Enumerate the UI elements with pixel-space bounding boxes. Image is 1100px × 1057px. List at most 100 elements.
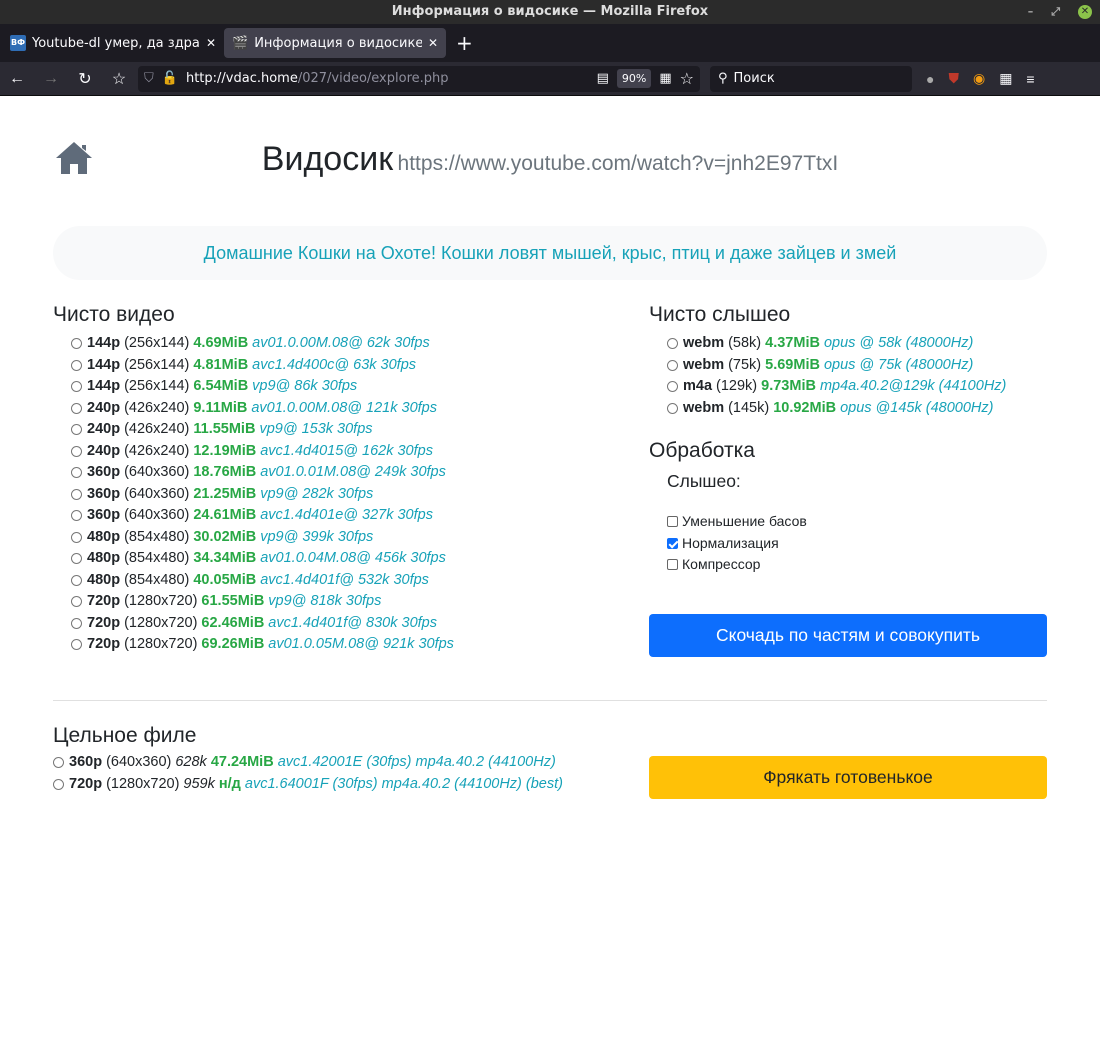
radio-button[interactable]	[667, 402, 678, 414]
minimize-button[interactable]: –	[1028, 0, 1034, 24]
checkbox[interactable]	[667, 537, 678, 549]
format-size: 5.69MiB	[765, 356, 820, 373]
extension-chrome-icon[interactable]: ◉	[973, 70, 985, 87]
window-title: Информация о видосике — Mozilla Firefox	[391, 4, 709, 19]
radio-button[interactable]	[71, 574, 82, 586]
radio-button[interactable]	[71, 617, 82, 629]
radio-button[interactable]	[71, 467, 82, 479]
format-resolution: (1280x720)	[124, 636, 198, 652]
radio-button[interactable]	[667, 381, 678, 393]
zoom-level[interactable]: 90%	[616, 69, 652, 88]
format-codec: avc1.4d401f@ 830k 30fps	[268, 614, 437, 631]
format-size: 24.61MiB	[193, 507, 257, 523]
format-resolution: (640x360)	[124, 485, 190, 502]
format-size: 10.92MiB	[773, 399, 837, 416]
radio-button[interactable]	[71, 402, 82, 414]
radio-button[interactable]	[71, 445, 82, 457]
format-resolution: (145k)	[728, 399, 770, 416]
close-tab-icon[interactable]: ✕	[206, 36, 216, 50]
video-format-option[interactable]: 360p (640x360) 18.76MiB av01.0.01M.08@ 249k…	[71, 462, 454, 484]
format-resolution: (426x240)	[124, 399, 190, 416]
back-icon[interactable]: ←	[0, 70, 34, 88]
forward-icon[interactable]: →	[34, 70, 68, 88]
radio-button[interactable]	[667, 359, 678, 371]
extensions-icon[interactable]: ▦	[999, 70, 1012, 87]
whole-format-option[interactable]: 720p (1280x720) 959k н/д avc1.64001F (30fps)…	[53, 774, 563, 796]
audio-format-option[interactable]: webm (75k) 5.69MiB opus @ 75k (48000Hz)	[667, 355, 1006, 377]
video-format-option[interactable]: 144p (256x144) 4.81MiB avc1.4d400c@ 63k 30f…	[71, 355, 454, 377]
format-quality: 720p	[69, 775, 103, 792]
reload-icon[interactable]: ↻	[68, 69, 102, 89]
download-ready-button[interactable]: Фрякать готовенькое	[649, 756, 1047, 799]
video-format-option[interactable]: 240p (426x240) 11.55MiB vp9@ 153k 30fps	[71, 419, 454, 441]
radio-button[interactable]	[71, 596, 82, 608]
whole-format-option[interactable]: 360p (640x360) 628k 47.24MiB avc1.42001E (30…	[53, 752, 563, 774]
format-resolution: (129k)	[716, 378, 758, 394]
search-icon: ⚲	[718, 71, 728, 86]
radio-button[interactable]	[71, 424, 82, 436]
video-format-option[interactable]: 480p (854x480) 40.05MiB avc1.4d401f@ 532k 3…	[71, 570, 454, 592]
containers-icon[interactable]: ▦	[659, 71, 671, 86]
checkbox[interactable]	[667, 516, 678, 528]
radio-button[interactable]	[71, 381, 82, 393]
video-format-option[interactable]: 144p (256x144) 4.69MiB av01.0.00M.08@ 62k 3…	[71, 333, 454, 355]
bookmark-star-icon[interactable]: ☆	[102, 69, 136, 89]
insecure-lock-icon[interactable]: 🔓	[162, 71, 178, 86]
checkbox[interactable]	[667, 559, 678, 571]
video-format-option[interactable]: 240p (426x240) 9.11MiB av01.0.00M.08@ 121k …	[71, 398, 454, 420]
video-format-option[interactable]: 720p (1280x720) 69.26MiB av01.0.05M.08@ 921…	[71, 634, 454, 656]
audio-format-option[interactable]: webm (145k) 10.92MiB opus @145k (48000Hz)	[667, 398, 1006, 420]
video-format-option[interactable]: 480p (854x480) 30.02MiB vp9@ 399k 30fps	[71, 527, 454, 549]
video-format-option[interactable]: 480p (854x480) 34.34MiB av01.0.04M.08@ 456k…	[71, 548, 454, 570]
format-codec: av01.0.01M.08@ 249k 30fps	[260, 464, 446, 480]
format-size: 30.02MiB	[193, 528, 257, 545]
format-quality: webm	[683, 356, 725, 373]
processing-option[interactable]: Уменьшение басов	[667, 511, 1006, 533]
format-codec: opus @ 58k (48000Hz)	[823, 335, 974, 351]
radio-button[interactable]	[71, 359, 82, 371]
tab-youtube-dl[interactable]: ВФ Youtube-dl умер, да здравствует ✕	[2, 28, 224, 58]
search-input[interactable]: ⚲ Поиск	[710, 65, 912, 92]
radio-button[interactable]	[71, 531, 82, 543]
tab-bar: ВФ Youtube-dl умер, да здравствует ✕ 🎬 Инфо…	[0, 24, 1100, 62]
reader-view-icon[interactable]: ▤	[597, 71, 609, 86]
video-format-option[interactable]: 720p (1280x720) 62.46MiB avc1.4d401f@ 830k …	[71, 613, 454, 635]
radio-button[interactable]	[71, 553, 82, 565]
maximize-button[interactable]: ⤢	[1051, 0, 1060, 24]
video-url: https://www.youtube.com/watch?v=jnh2E97T…	[397, 152, 839, 175]
tab-video-info[interactable]: 🎬 Информация о видосике ✕	[224, 28, 446, 58]
video-format-option[interactable]: 360p (640x360) 24.61MiB avc1.4d401e@ 327k 3…	[71, 505, 454, 527]
close-tab-icon[interactable]: ✕	[428, 36, 438, 50]
audio-format-option[interactable]: webm (58k) 4.37MiB opus @ 58k (48000Hz)	[667, 333, 1006, 355]
format-quality: webm	[683, 335, 725, 351]
video-format-option[interactable]: 144p (256x144) 6.54MiB vp9@ 86k 30fps	[71, 376, 454, 398]
radio-button[interactable]	[71, 510, 82, 522]
format-resolution: (256x144)	[124, 356, 190, 373]
download-merge-button[interactable]: Скочадь по частям и совокупить	[649, 614, 1047, 657]
video-format-option[interactable]: 240p (426x240) 12.19MiB avc1.4d4015@ 162k 3…	[71, 441, 454, 463]
format-resolution: (426x240)	[124, 442, 190, 459]
radio-button[interactable]	[53, 778, 64, 790]
processing-option[interactable]: Нормализация	[667, 533, 1006, 555]
ublock-icon[interactable]: ⛊	[948, 70, 959, 87]
radio-button[interactable]	[71, 338, 82, 350]
processing-option[interactable]: Компрессор	[667, 554, 1006, 576]
format-resolution: (640x360)	[124, 464, 190, 480]
video-format-option[interactable]: 360p (640x360) 21.25MiB vp9@ 282k 30fps	[71, 484, 454, 506]
new-tab-button[interactable]: +	[456, 31, 473, 55]
processing-options: Уменьшение басов Нормализация Компрессор	[667, 511, 1006, 576]
format-quality: webm	[683, 399, 725, 416]
audio-format-option[interactable]: m4a (129k) 9.73MiB mp4a.40.2@129k (44100Hz)	[667, 376, 1006, 398]
bookmark-icon[interactable]: ☆	[680, 69, 694, 88]
url-bar[interactable]: ⛉ 🔓 http://vdac.home/027/video/explore.ph…	[138, 65, 700, 92]
menu-icon[interactable]: ≡	[1026, 71, 1034, 87]
account-icon[interactable]: ●	[926, 71, 934, 87]
radio-button[interactable]	[71, 488, 82, 500]
video-format-list: 144p (256x144) 4.69MiB av01.0.00M.08@ 62k 3…	[71, 333, 454, 656]
close-window-button[interactable]: ✕	[1078, 5, 1092, 19]
radio-button[interactable]	[71, 639, 82, 651]
video-format-option[interactable]: 720p (1280x720) 61.55MiB vp9@ 818k 30fps	[71, 591, 454, 613]
shield-icon[interactable]: ⛉	[144, 71, 154, 86]
radio-button[interactable]	[667, 338, 678, 350]
radio-button[interactable]	[53, 757, 64, 769]
